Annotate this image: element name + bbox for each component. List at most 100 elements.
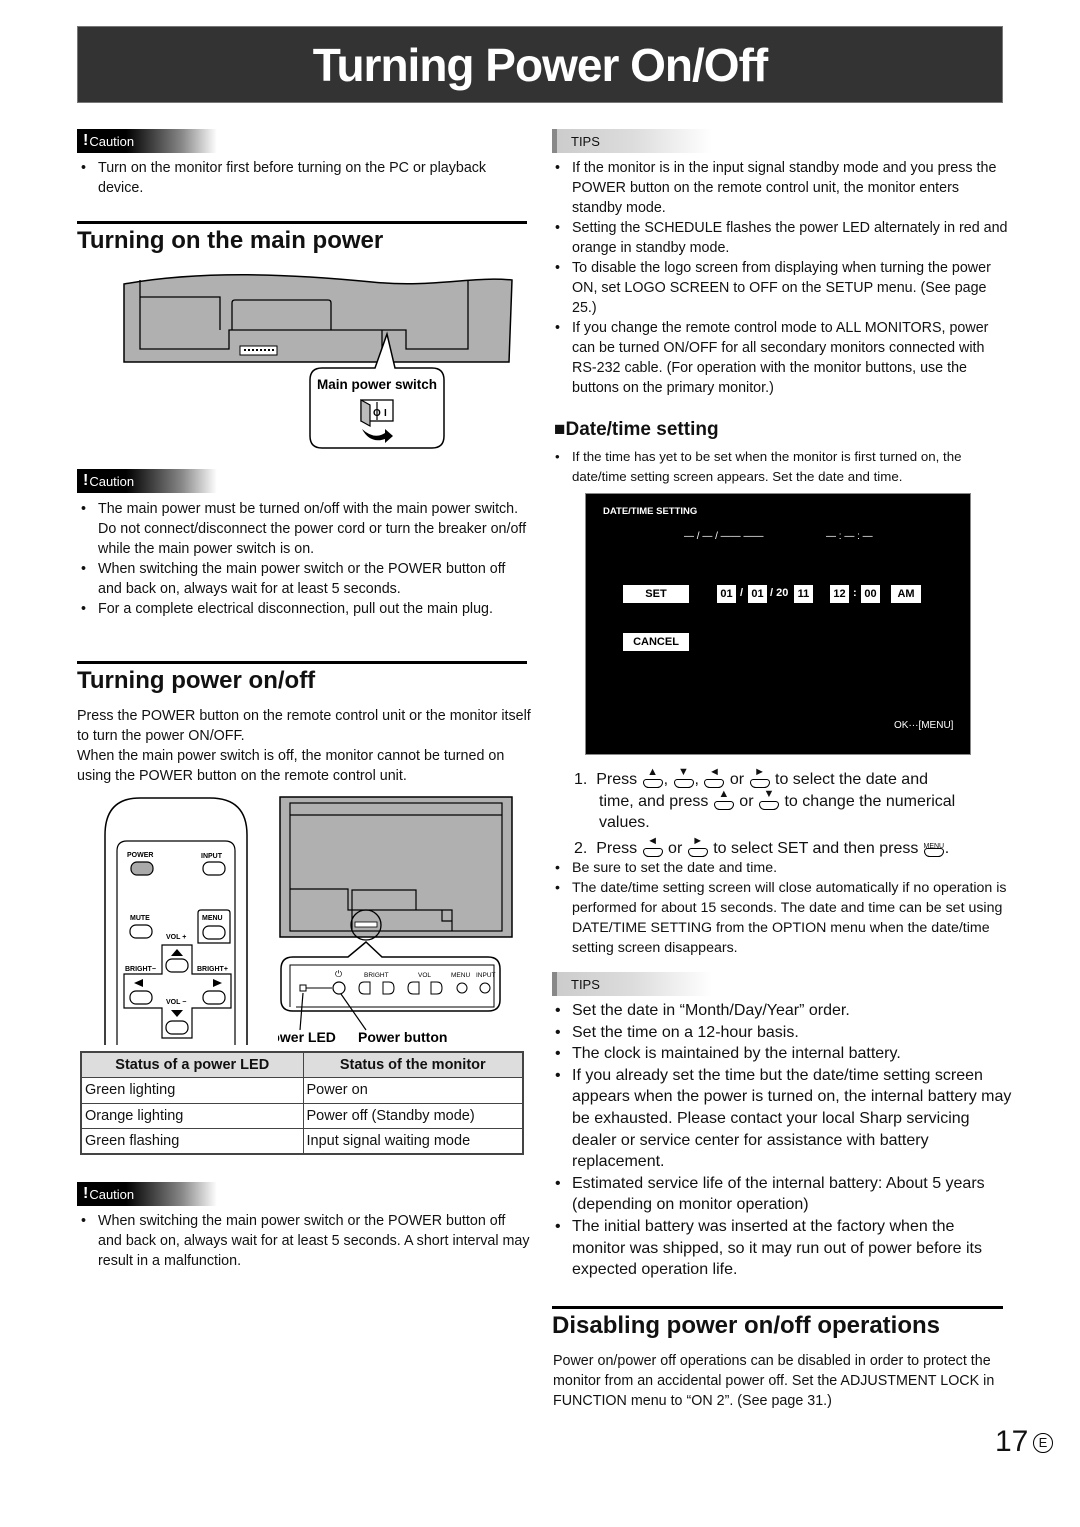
remote-menu-button[interactable] — [202, 925, 226, 940]
osd-year-field[interactable]: 11 — [794, 585, 813, 603]
heading-disable: Disabling power on/off operations — [552, 1306, 1003, 1340]
panel-vol-label: VOL — [418, 972, 431, 979]
left-button-icon: ◄ — [703, 767, 725, 788]
list-item: If the monitor is in the input signal st… — [552, 158, 1012, 218]
panel-menu-button[interactable] — [456, 982, 468, 994]
list-item: Turn on the monitor first before turning… — [78, 158, 528, 198]
table-row: Green flashing Input signal waiting mode — [80, 1128, 524, 1155]
heading-main-power: Turning on the main power — [77, 221, 527, 255]
remote-bright-minus-label: BRIGHT− — [125, 966, 156, 973]
table-header: Status of the monitor — [302, 1051, 524, 1078]
caution-badge: ! Caution — [77, 129, 217, 153]
power-led-label: Power LED — [278, 1029, 336, 1045]
list-item: When switching the main power switch or … — [78, 1211, 533, 1271]
monitor-front-illustration: ⏻ BRIGHT VOL MENU INPUT Power LED Power … — [278, 796, 513, 1045]
list-item: For a complete electrical disconnection,… — [78, 599, 533, 619]
power-symbol-icon: ⏻ — [335, 969, 342, 979]
datetime-notes: Be sure to set the date and time.The dat… — [552, 858, 1012, 958]
panel-input-label: INPUT — [476, 972, 496, 979]
caution-badge: ! Caution — [77, 469, 217, 493]
svg-text:O: O — [373, 408, 381, 419]
step-1: 1. Press ▲, ▼, ◄ or ► to select the date… — [574, 766, 928, 788]
remote-power-button[interactable] — [130, 861, 154, 876]
list-item: Estimated service life of the internal b… — [552, 1173, 1012, 1216]
panel-vol-down-button[interactable] — [430, 981, 443, 995]
tips-list-2: Set the date in “Month/Day/Year” order.S… — [552, 1000, 1012, 1281]
osd-cancel-button[interactable]: CANCEL — [623, 633, 689, 651]
panel-bright-up-button[interactable] — [382, 981, 395, 995]
power-onoff-text: Press the POWER button on the remote con… — [77, 708, 531, 784]
osd-ok-hint: OK···[MENU] — [894, 720, 954, 731]
remote-input-label: INPUT — [201, 853, 223, 860]
list-item: The main power must be turned on/off wit… — [78, 499, 533, 559]
list-item: Set the date in “Month/Day/Year” order. — [552, 1000, 1012, 1022]
tips-list-1: If the monitor is in the input signal st… — [552, 158, 1012, 398]
panel-vol-up-button[interactable] — [407, 981, 420, 995]
exclamation-icon: ! — [83, 1185, 89, 1202]
osd-month-field[interactable]: 01 — [717, 585, 736, 603]
list-item: To disable the logo screen from displayi… — [552, 258, 1012, 318]
osd-minute-field[interactable]: 00 — [861, 585, 880, 603]
svg-text:I: I — [384, 408, 387, 419]
datetime-steps: 1. Press ▲, ▼, ◄ or ► to select the date… — [574, 766, 1014, 859]
caution-list-1: Turn on the monitor first before turning… — [78, 158, 528, 198]
exclamation-icon: ! — [83, 132, 89, 149]
panel-input-button[interactable] — [479, 982, 491, 994]
panel-bright-label: BRIGHT — [364, 972, 389, 979]
table-row: Orange lighting Power off (Standby mode) — [80, 1102, 524, 1129]
panel-menu-label: MENU — [451, 972, 470, 979]
table-header: Status of a power LED — [80, 1051, 304, 1078]
osd-day-field[interactable]: 01 — [748, 585, 767, 603]
down-button-icon: ▼ — [758, 788, 780, 810]
list-item: When switching the main power switch or … — [78, 559, 533, 599]
page-title-bar: Turning Power On/Off — [77, 26, 1003, 103]
remote-vol-minus-label: VOL − — [166, 999, 186, 1006]
osd-hour-field[interactable]: 12 — [830, 585, 849, 603]
list-item: The date/time setting screen will close … — [552, 878, 1012, 958]
right-button-icon: ► — [749, 767, 771, 788]
menu-button-icon: MENU — [923, 839, 945, 857]
up-button-icon: ▲ — [642, 767, 664, 788]
caution-badge: ! Caution — [77, 1182, 217, 1206]
osd-time-placeholder: — : — : — — [826, 531, 873, 542]
osd-title: DATE/TIME SETTING — [603, 506, 698, 517]
list-item: If you change the remote control mode to… — [552, 318, 1012, 398]
right-button-icon: ► — [687, 835, 709, 857]
remote-up-button[interactable] — [165, 958, 189, 973]
datetime-setting-screen: DATE/TIME SETTING — / — / —— —— — : — : … — [585, 493, 971, 755]
power-led — [299, 984, 307, 992]
list-item: The clock is maintained by the internal … — [552, 1043, 1012, 1065]
list-item: If the time has yet to be set when the m… — [552, 447, 1012, 486]
monitor-rear-illustration: Main power switch O I — [122, 273, 532, 449]
remote-mute-label: MUTE — [130, 915, 150, 922]
caution-list-2: The main power must be turned on/off wit… — [78, 499, 533, 619]
power-led-status-table: Status of a power LED Status of the moni… — [80, 1051, 524, 1155]
table-row: Green lighting Power on — [80, 1077, 524, 1104]
list-item: Setting the SCHEDULE flashes the power L… — [552, 218, 1012, 258]
list-item: The initial battery was inserted at the … — [552, 1216, 1012, 1281]
panel-bright-down-button[interactable] — [358, 981, 371, 995]
up-button-icon: ▲ — [713, 788, 735, 810]
list-item: Be sure to set the date and time. — [552, 858, 1012, 878]
osd-date-placeholder: — / — / —— —— — [684, 531, 764, 542]
page-number: 17 — [995, 1425, 1029, 1458]
remote-bright-plus-label: BRIGHT+ — [197, 966, 228, 973]
osd-set-button[interactable]: SET — [623, 585, 689, 603]
datetime-intro: If the time has yet to be set when the m… — [552, 447, 1012, 486]
remote-menu-label: MENU — [202, 915, 223, 922]
remote-mute-button[interactable] — [129, 924, 153, 939]
remote-power-label: POWER — [127, 852, 153, 859]
osd-ampm-field[interactable]: AM — [891, 585, 921, 603]
page-title: Turning Power On/Off — [312, 38, 768, 91]
tips-badge: TIPS — [552, 129, 712, 153]
tips-badge: TIPS — [552, 972, 712, 996]
panel-power-button[interactable] — [332, 981, 346, 995]
step-2: 2. Press ◄ or ► to select SET and then p… — [574, 834, 950, 857]
remote-input-button[interactable] — [202, 861, 226, 876]
remote-down-button[interactable] — [165, 1020, 189, 1035]
exclamation-icon: ! — [83, 472, 89, 489]
heading-datetime: ■Date/time setting — [554, 419, 719, 440]
remote-left-button[interactable] — [129, 990, 153, 1005]
remote-right-button[interactable] — [202, 990, 226, 1005]
caution-list-3: When switching the main power switch or … — [78, 1211, 533, 1271]
